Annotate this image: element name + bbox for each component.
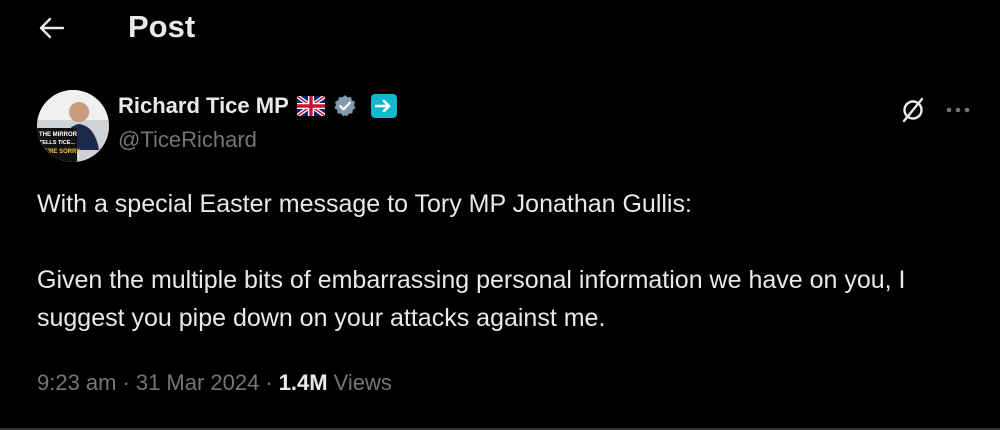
uk-flag-icon [296,96,325,116]
post-text: With a special Easter message to Tory MP… [37,190,906,332]
post-date[interactable]: 31 Mar 2024 [136,370,260,396]
verified-badge-icon[interactable] [333,94,357,118]
top-bar: Post [0,0,1000,56]
more-horizontal-icon [946,107,970,113]
more-options-button[interactable] [940,92,976,128]
author-name[interactable]: Richard Tice MP [118,93,289,119]
avatar[interactable]: THE MIRROR TELLS TICE... WE'RE SORRY [37,90,109,162]
avatar-caption-2: TELLS TICE... [39,140,76,146]
meta-separator: · [265,370,273,395]
grok-icon [902,97,924,123]
grok-button[interactable] [895,92,931,128]
arrow-left-icon [39,17,65,39]
reform-badge-icon[interactable] [370,94,397,118]
back-button[interactable] [30,8,74,48]
author-name-row: Richard Tice MP [118,93,397,119]
page-title: Post [128,9,196,44]
post-time[interactable]: 9:23 am [37,370,117,396]
avatar-image: THE MIRROR TELLS TICE... WE'RE SORRY [37,90,109,162]
avatar-caption-3: WE'RE SORRY [38,149,80,155]
post-meta: 9:23 am · 31 Mar 2024 · 1.4M Views [37,370,392,396]
meta-separator: · [122,370,130,395]
avatar-caption-1: THE MIRROR [39,132,78,138]
views-count: 1.4M [278,370,328,395]
views-label: Views [333,370,392,395]
author-handle[interactable]: @TiceRichard [118,127,257,153]
